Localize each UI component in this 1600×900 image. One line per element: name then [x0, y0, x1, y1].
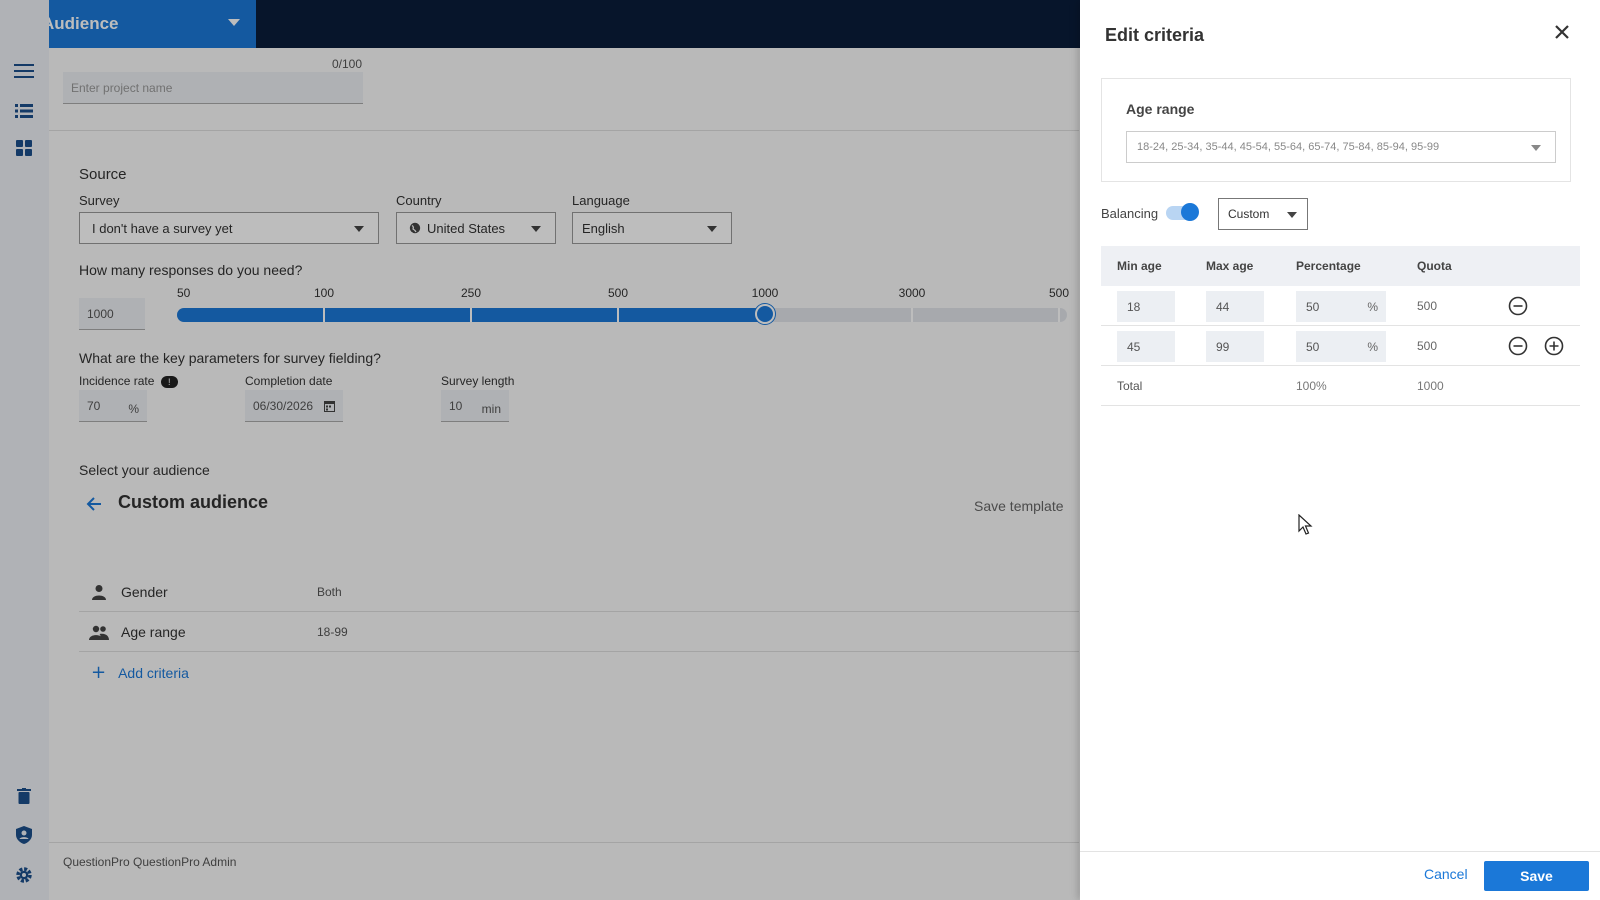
age-range-card: Age range 18-24, 25-34, 35-44, 45-54, 55…	[1101, 78, 1571, 182]
quota-value: 500	[1417, 339, 1438, 353]
table-total-row: Total 100% 1000	[1101, 366, 1580, 406]
age-quota-table: Min age Max age Percentage Quota 18 44 5…	[1101, 246, 1580, 406]
cancel-button[interactable]: Cancel	[1424, 866, 1468, 882]
total-percentage: 100%	[1296, 379, 1327, 393]
edit-criteria-drawer: Edit criteria Age range 18-24, 25-34, 35…	[1080, 0, 1600, 900]
balancing-label: Balancing	[1101, 206, 1159, 221]
total-quota: 1000	[1417, 379, 1444, 393]
table-row: 45 99 50 % 500	[1101, 326, 1580, 366]
quota-value: 500	[1417, 299, 1438, 313]
table-row: 18 44 50 % 500	[1101, 286, 1580, 326]
percentage-value: 50	[1306, 299, 1320, 314]
min-age-input[interactable]: 18	[1117, 291, 1175, 322]
remove-row-icon[interactable]	[1508, 336, 1528, 356]
balancing-toggle[interactable]	[1166, 203, 1199, 221]
drawer-footer-divider	[1080, 851, 1600, 852]
toggle-knob	[1181, 203, 1199, 221]
header-quota: Quota	[1417, 259, 1452, 273]
age-range-select[interactable]: 18-24, 25-34, 35-44, 45-54, 55-64, 65-74…	[1126, 131, 1556, 163]
modal-backdrop[interactable]	[0, 0, 1080, 900]
percentage-input[interactable]: 50 %	[1296, 291, 1386, 322]
save-button[interactable]: Save	[1484, 861, 1589, 891]
chevron-down-icon	[1287, 212, 1297, 218]
header-percentage: Percentage	[1296, 259, 1361, 273]
min-age-input[interactable]: 45	[1117, 331, 1175, 362]
max-age-input[interactable]: 99	[1206, 331, 1264, 362]
mouse-cursor-icon	[1298, 514, 1313, 535]
drawer-title: Edit criteria	[1105, 25, 1205, 45]
balancing-mode-select[interactable]: Custom	[1218, 198, 1308, 230]
close-icon[interactable]	[1550, 20, 1574, 44]
age-range-select-value: 18-24, 25-34, 35-44, 45-54, 55-64, 65-74…	[1137, 141, 1440, 153]
balancing-mode-value: Custom	[1228, 207, 1270, 221]
max-age-input[interactable]: 44	[1206, 291, 1264, 322]
total-label: Total	[1117, 379, 1143, 393]
age-range-title: Age range	[1126, 101, 1195, 117]
percent-unit: %	[1367, 340, 1378, 354]
remove-row-icon[interactable]	[1508, 296, 1528, 316]
chevron-down-icon	[1531, 145, 1541, 151]
header-min-age: Min age	[1117, 259, 1162, 273]
table-header: Min age Max age Percentage Quota	[1101, 246, 1580, 286]
percentage-input[interactable]: 50 %	[1296, 331, 1386, 362]
percentage-value: 50	[1306, 339, 1320, 354]
add-row-icon[interactable]	[1544, 336, 1564, 356]
header-max-age: Max age	[1206, 259, 1254, 273]
percent-unit: %	[1367, 300, 1378, 314]
